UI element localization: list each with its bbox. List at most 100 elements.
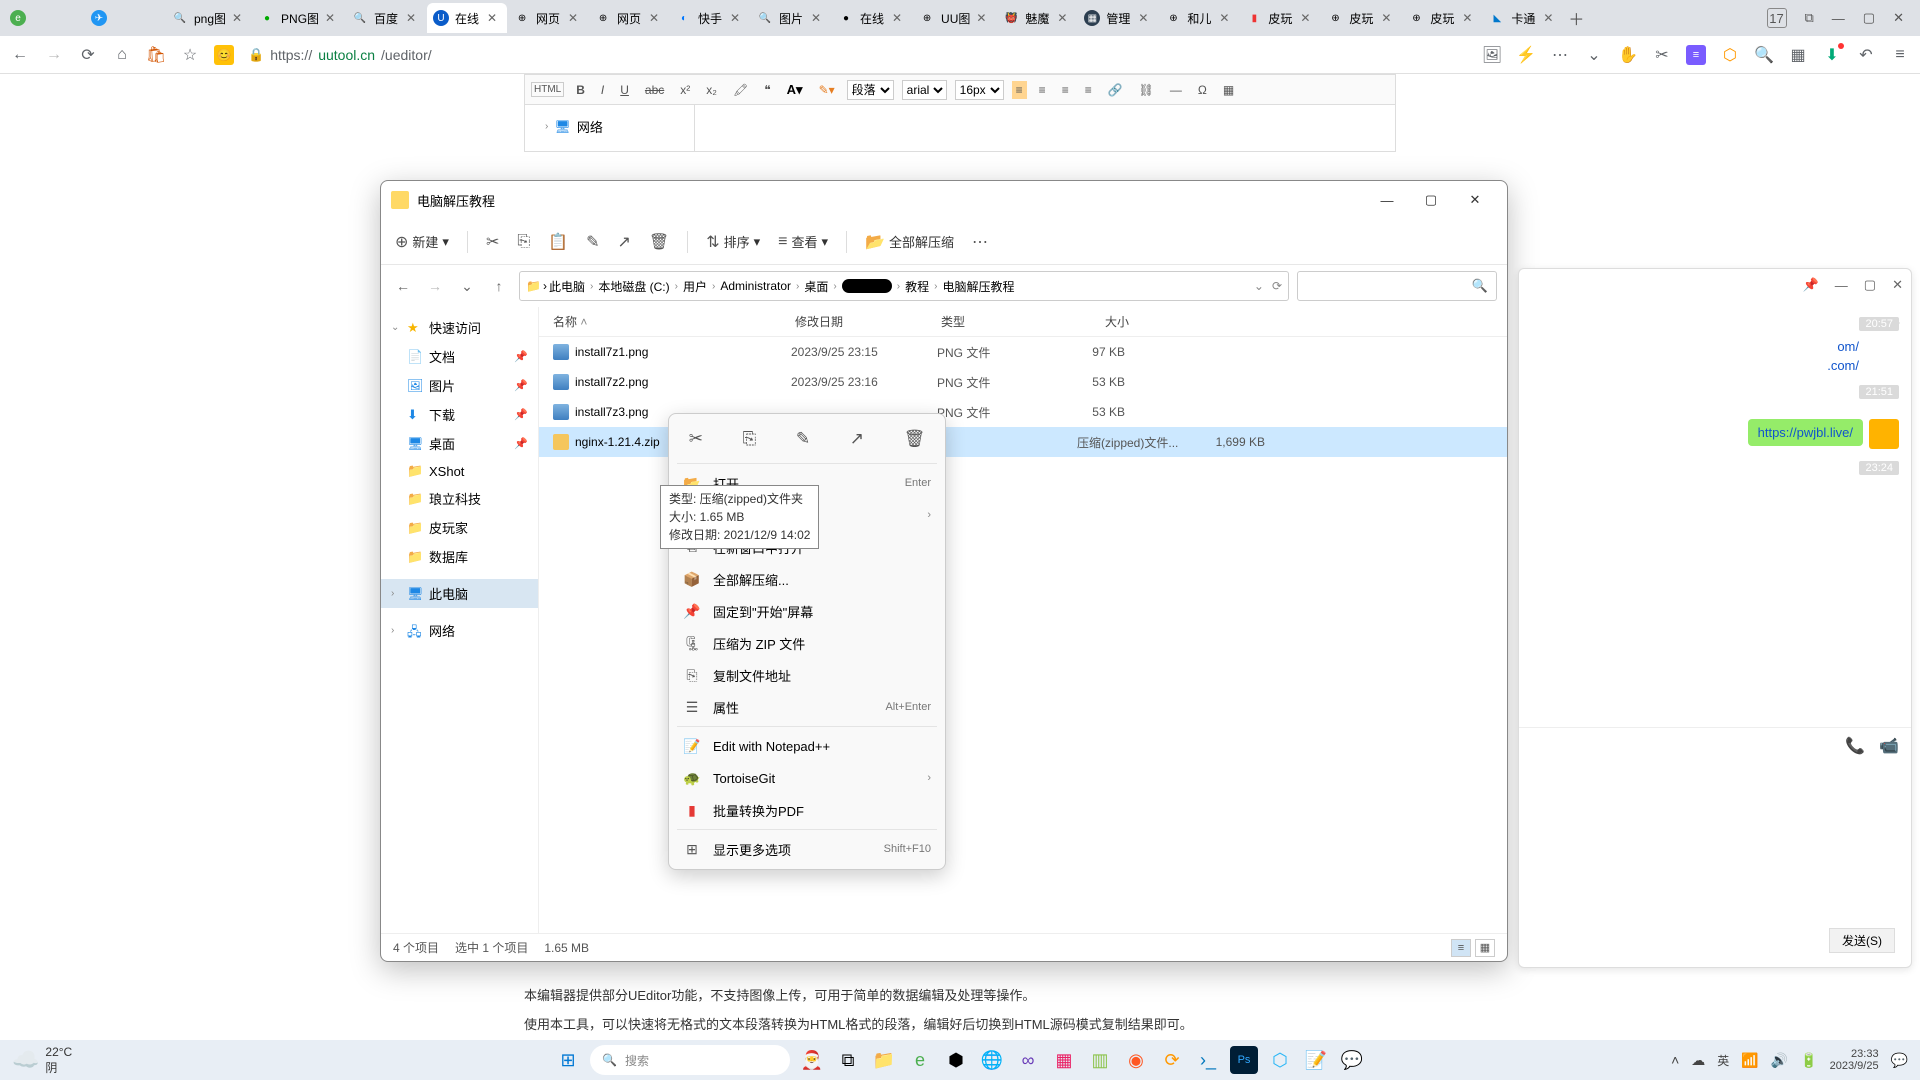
symbol-button[interactable]: Ω [1194,81,1211,99]
unlink-button[interactable]: ⛓ [1135,81,1158,99]
taskbar-taskview[interactable]: ⧉ [834,1046,862,1074]
download-icon[interactable]: ⬇ [1822,45,1842,65]
font-select[interactable]: arial [902,80,947,100]
share-icon[interactable]: ↗ [850,429,864,449]
chevron-down-icon[interactable]: ⌄ [1584,45,1604,65]
underline-button[interactable]: U [616,81,633,99]
rename-icon[interactable]: ✎ [586,232,599,252]
column-type[interactable]: 类型 [941,313,1061,330]
forward-button[interactable]: → [423,274,447,298]
minimize-icon[interactable]: ― [1835,278,1848,293]
close-icon[interactable]: ✕ [976,11,990,25]
menu-pin-start[interactable]: 📌固定到"开始"屏幕 [669,595,945,627]
menu-copy-path[interactable]: ⎘复制文件地址 [669,659,945,691]
size-select[interactable]: 16px [955,80,1004,100]
tab-9[interactable]: 🔍图片✕ [751,3,831,33]
taskbar-vs[interactable]: ∞ [1014,1046,1042,1074]
taskbar-app[interactable]: 📝 [1302,1046,1330,1074]
close-icon[interactable]: ✕ [1892,277,1903,293]
calendar-badge[interactable]: 17 [1767,8,1787,28]
tab-7[interactable]: ⊕网页✕ [589,3,669,33]
close-icon[interactable]: ✕ [406,11,420,25]
new-tab-button[interactable]: ＋ [1564,6,1588,30]
taskbar-app[interactable]: 🎅 [798,1046,826,1074]
close-icon[interactable]: ✕ [1462,11,1476,25]
menu-tortoisegit[interactable]: 🐢TortoiseGit› [669,762,945,794]
delete-icon[interactable]: 🗑 [649,232,669,252]
search-icon[interactable]: 🔍 [1754,45,1774,65]
taskbar-wechat[interactable]: 💬 [1338,1046,1366,1074]
minimize-button[interactable]: ― [1365,185,1409,215]
hr-button[interactable]: ― [1166,81,1186,99]
taskbar-app[interactable]: ▥ [1086,1046,1114,1074]
address-bar[interactable]: 🔒 https://uutool.cn/ueditor/ [248,47,432,63]
video-icon[interactable]: 📹 [1879,736,1899,756]
taskbar-app[interactable]: ⬡ [1266,1046,1294,1074]
cut-icon[interactable]: ✂ [486,232,499,252]
align-left-button[interactable]: ≡ [1012,81,1027,99]
table-button[interactable]: ▦ [1219,81,1238,99]
taskbar-browser[interactable]: e [906,1046,934,1074]
rename-icon[interactable]: ✎ [796,429,810,449]
call-icon[interactable]: 📞 [1845,736,1865,756]
column-size[interactable]: 大小 [1061,313,1137,330]
menu-pdf-convert[interactable]: ▮批量转换为PDF [669,794,945,826]
view-button[interactable]: ≡查看▾ [778,232,828,251]
minimize-icon[interactable]: ― [1832,11,1845,26]
close-icon[interactable]: ✕ [1300,11,1314,25]
align-justify-button[interactable]: ≡ [1081,81,1096,99]
pin-icon[interactable]: 📌 [1803,277,1819,293]
sidebar-this-pc[interactable]: ›🖥此电脑 [381,579,538,608]
bag-icon[interactable]: 🛍 [146,45,166,65]
star-icon[interactable]: ☆ [180,45,200,65]
tree-item-network[interactable]: › 🖥 网络 [525,113,694,140]
sort-button[interactable]: ⇅排序▾ [706,232,760,252]
quote-button[interactable]: ❝ [760,81,774,99]
tab-5[interactable]: U在线✕ [427,3,507,33]
maximize-button[interactable]: ▢ [1409,185,1453,215]
ext2-icon[interactable]: ≡ [1686,45,1706,65]
close-icon[interactable]: ✕ [1543,11,1557,25]
menu-properties[interactable]: ☰属性Alt+Enter [669,691,945,723]
grid-icon[interactable]: ▦ [1788,45,1808,65]
recent-button[interactable]: ⌄ [455,274,479,298]
more-icon[interactable]: ⋯ [972,232,988,252]
notifications-icon[interactable]: 💬 [1891,1052,1908,1069]
file-row[interactable]: install7z2.png2023/9/25 23:16PNG 文件53 KB [539,367,1507,397]
taskbar-app[interactable]: ▦ [1050,1046,1078,1074]
refresh-icon[interactable]: ⟳ [1272,279,1282,293]
close-icon[interactable]: ✕ [325,11,339,25]
sidebar-db[interactable]: 📁数据库 [381,542,538,571]
maximize-icon[interactable]: ▢ [1863,10,1875,26]
sidebar-desktop[interactable]: 🖥桌面📌 [381,429,538,458]
wifi-icon[interactable]: 📶 [1741,1052,1758,1069]
tab-3[interactable]: ●PNG图✕ [253,3,345,33]
sidebar-piwan[interactable]: 📁皮玩家 [381,513,538,542]
tab-14[interactable]: ⊕和儿✕ [1159,3,1239,33]
picture-icon[interactable]: 🖼 [1482,45,1502,65]
sidebar-documents[interactable]: 📄文档📌 [381,342,538,371]
tab-4[interactable]: 🔍百度✕ [346,3,426,33]
maximize-icon[interactable]: ▢ [1864,277,1876,293]
close-icon[interactable]: ✕ [811,11,825,25]
undo-icon[interactable]: ↶ [1856,45,1876,65]
tray-onedrive-icon[interactable]: ☁ [1691,1052,1705,1069]
taskbar-app[interactable]: ⟳ [1158,1046,1186,1074]
tab-overview-icon[interactable]: ⧉ [1805,10,1814,26]
chevron-down-icon[interactable]: ⌄ [1254,279,1264,293]
back-button[interactable]: ← [391,274,415,298]
copy-icon[interactable]: ⎘ [517,233,530,251]
tab-0[interactable]: e [4,3,84,33]
cut-icon[interactable]: ✂ [689,429,703,449]
html-source-button[interactable]: HTML [531,82,564,97]
taskbar-powershell[interactable]: ›_ [1194,1046,1222,1074]
close-icon[interactable]: ✕ [1219,11,1233,25]
close-icon[interactable]: ✕ [649,11,663,25]
backcolor-button[interactable]: ✎▾ [815,81,839,99]
menu-show-more[interactable]: ⊞显示更多选项Shift+F10 [669,833,945,865]
subscript-button[interactable]: x₂ [702,81,721,99]
scissors-icon[interactable]: ✂ [1652,45,1672,65]
delete-icon[interactable]: 🗑 [904,429,926,449]
strike-button[interactable]: abc [641,81,668,99]
menu-icon[interactable]: ≡ [1890,45,1910,65]
